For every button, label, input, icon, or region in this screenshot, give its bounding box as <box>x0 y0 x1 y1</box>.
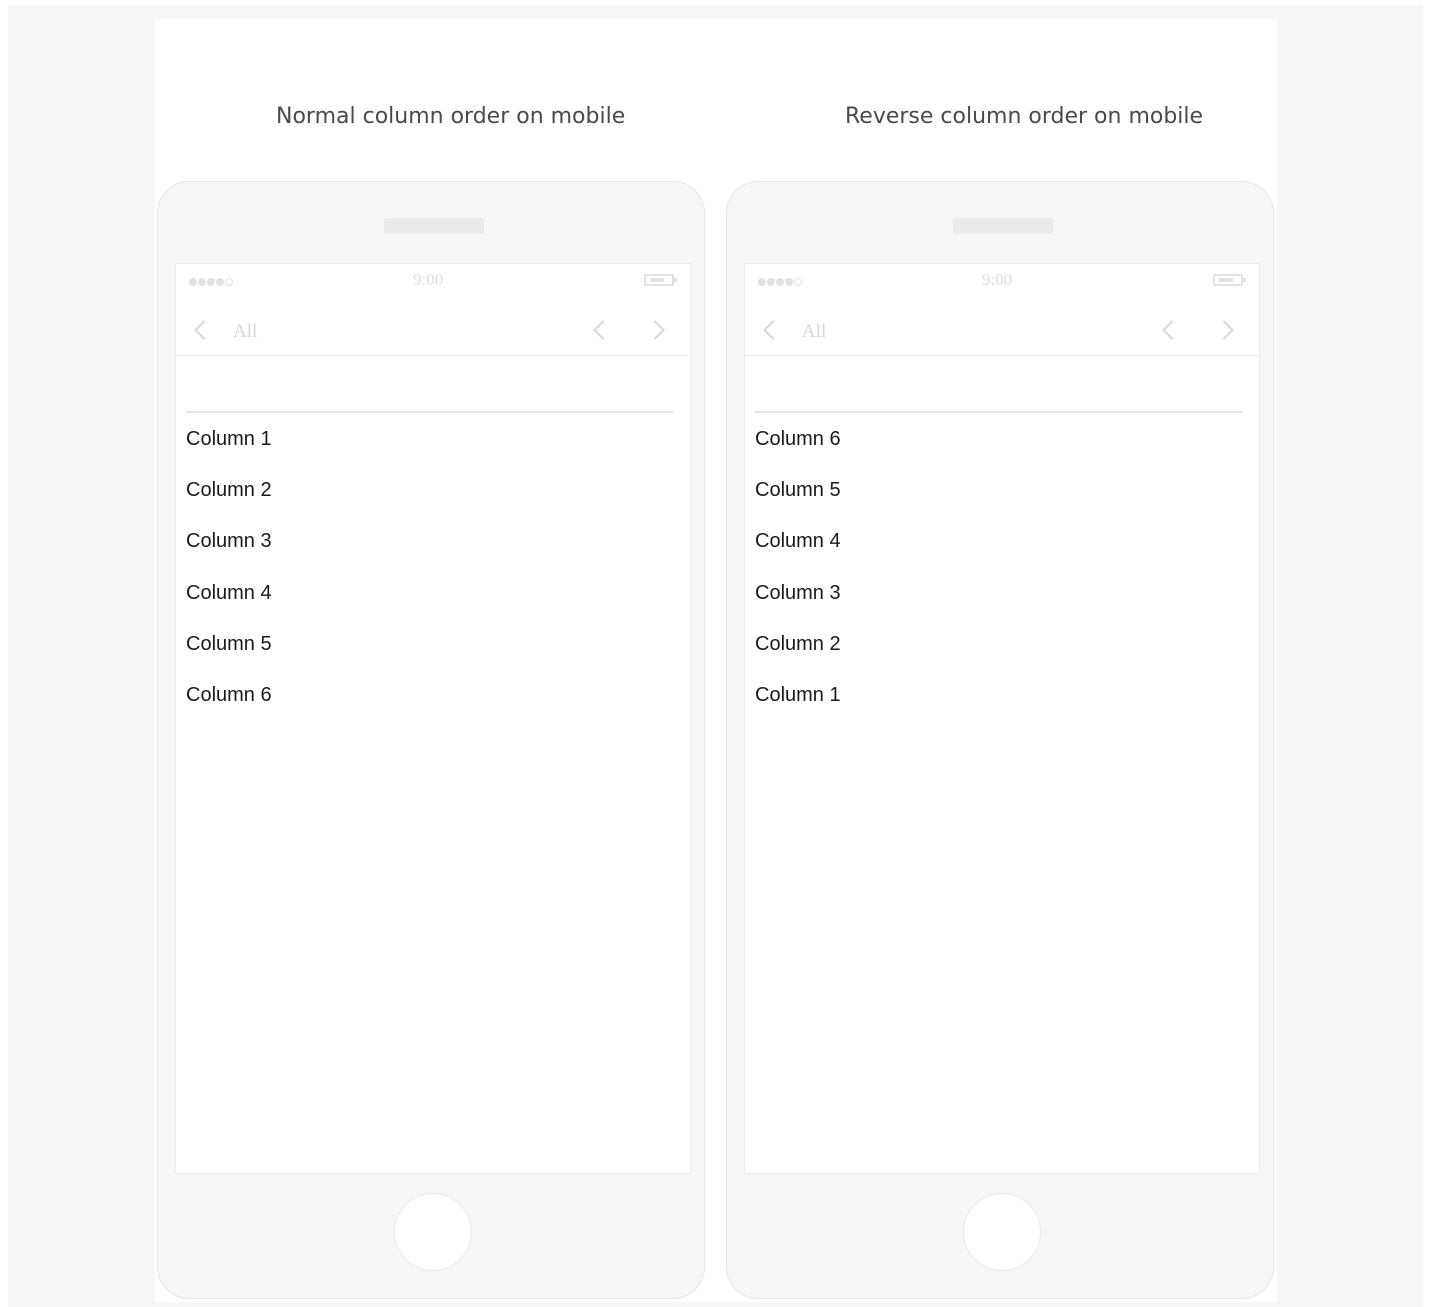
back-chevron-icon[interactable] <box>194 320 214 340</box>
back-label[interactable]: All <box>233 321 257 343</box>
normal-order-caption: Normal column order on mobile <box>276 104 626 129</box>
list-item: Column 3 <box>755 581 841 604</box>
next-chevron-icon[interactable] <box>645 320 665 340</box>
list-item: Column 2 <box>755 632 841 655</box>
list-item: Column 4 <box>186 581 272 604</box>
status-time: 9:00 <box>412 270 444 289</box>
phone-mockup-reverse: 9:00 All Column 6 Column 5 Column 4 Colu… <box>726 181 1274 1299</box>
list-item: Column 5 <box>755 479 841 502</box>
list-item: Column 1 <box>755 683 841 706</box>
nav-bar: All <box>745 300 1259 356</box>
column-list: Column 1 Column 2 Column 3 Column 4 Colu… <box>186 424 272 731</box>
home-button <box>963 1193 1041 1271</box>
speaker-grille <box>953 218 1053 234</box>
list-item: Column 4 <box>755 530 841 553</box>
list-item: Column 2 <box>186 479 272 502</box>
phone-screen: 9:00 All Column 6 Column 5 Column 4 Colu… <box>744 263 1260 1174</box>
list-item: Column 6 <box>186 683 272 706</box>
speaker-grille <box>384 218 484 234</box>
column-list: Column 6 Column 5 Column 4 Column 3 Colu… <box>755 424 841 731</box>
battery-icon <box>1213 274 1246 286</box>
back-label[interactable]: All <box>802 321 826 343</box>
content-divider <box>755 411 1242 413</box>
reverse-order-caption: Reverse column order on mobile <box>845 104 1204 129</box>
previous-chevron-icon[interactable] <box>593 320 613 340</box>
list-item: Column 1 <box>186 428 272 450</box>
status-bar: 9:00 <box>176 264 690 300</box>
list-item: Column 3 <box>186 530 272 553</box>
status-bar: 9:00 <box>745 264 1259 300</box>
status-time: 9:00 <box>981 270 1013 289</box>
battery-icon <box>644 274 677 286</box>
content-divider <box>186 411 673 413</box>
home-button <box>394 1193 472 1271</box>
next-chevron-icon[interactable] <box>1214 320 1234 340</box>
list-item: Column 6 <box>755 428 841 450</box>
nav-bar: All <box>176 300 690 356</box>
list-item: Column 5 <box>186 632 272 655</box>
phone-mockup-normal: 9:00 All Column 1 Column 2 Column 3 Colu… <box>157 181 705 1299</box>
back-chevron-icon[interactable] <box>763 320 783 340</box>
phone-screen: 9:00 All Column 1 Column 2 Column 3 Colu… <box>175 263 691 1174</box>
previous-chevron-icon[interactable] <box>1162 320 1182 340</box>
